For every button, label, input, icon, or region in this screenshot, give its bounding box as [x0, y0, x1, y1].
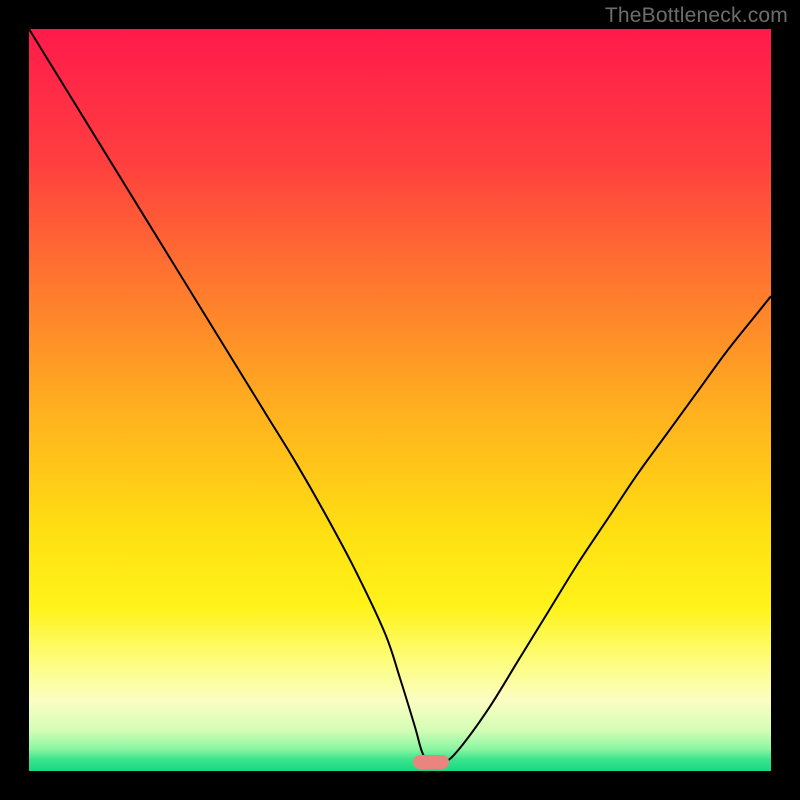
chart-frame: TheBottleneck.com	[0, 0, 800, 800]
watermark-text: TheBottleneck.com	[605, 4, 788, 28]
plot-area	[29, 29, 771, 771]
optimal-point-marker	[413, 755, 449, 768]
bottleneck-curve	[29, 29, 771, 771]
